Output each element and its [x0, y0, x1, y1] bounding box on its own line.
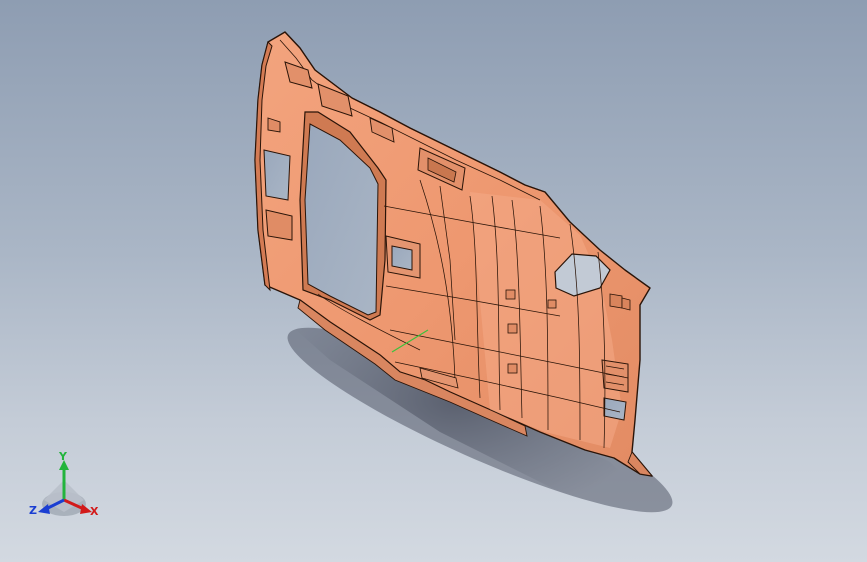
graphics-viewport[interactable]: Y X Z: [0, 0, 867, 562]
triad-z-label: Z: [29, 504, 37, 517]
triad-x-label: X: [90, 505, 99, 518]
triad-y-label: Y: [59, 450, 67, 463]
orientation-triad[interactable]: [38, 460, 92, 516]
dome-light-cutout: [385, 235, 421, 279]
model-view[interactable]: [0, 0, 867, 562]
